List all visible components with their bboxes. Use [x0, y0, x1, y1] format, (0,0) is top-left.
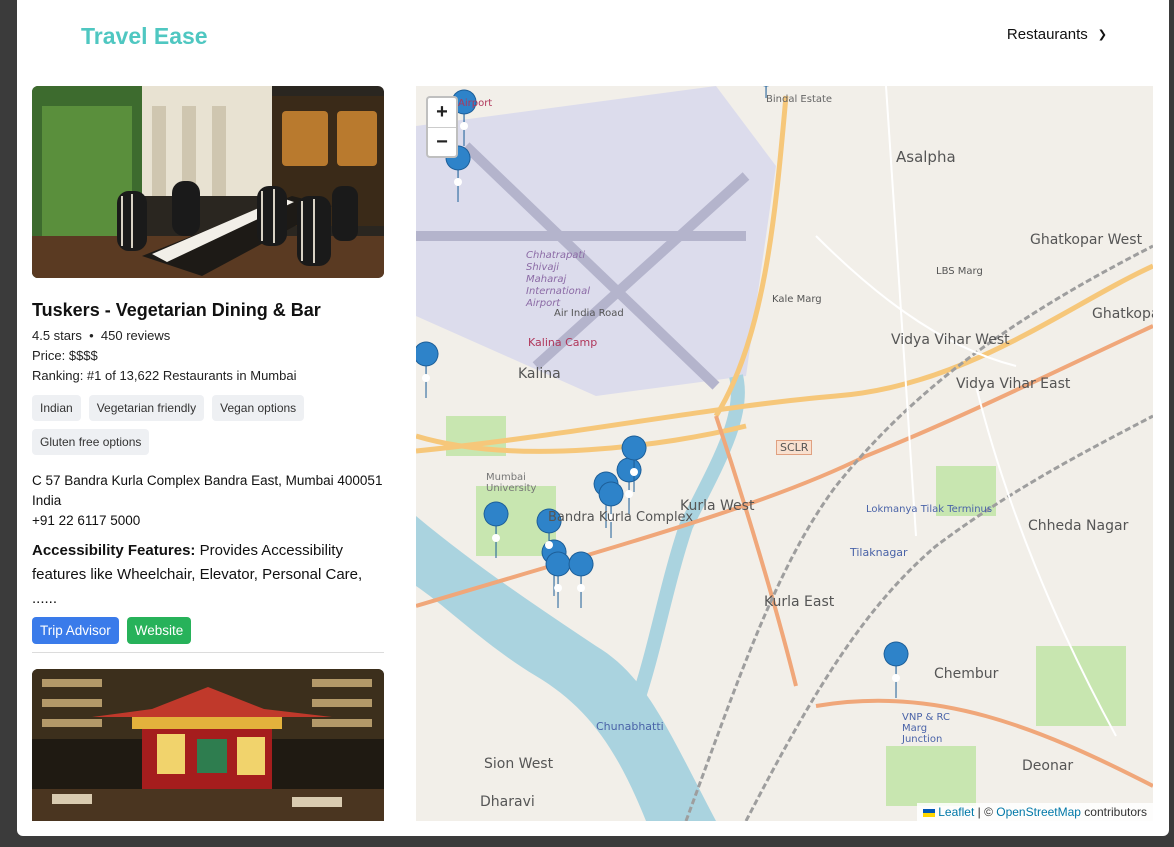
website-button[interactable]: Website — [126, 617, 192, 644]
chevron-down-icon: ❯ — [1097, 29, 1107, 41]
map-label: Airport — [458, 98, 493, 109]
zoom-in-button[interactable]: + — [428, 98, 456, 127]
header: Travel Ease Restaurants ❯ — [17, 0, 1169, 72]
price-text: Price: $$$$ — [32, 348, 98, 363]
map-label: Kurla East — [764, 594, 835, 610]
restaurant-photo — [32, 669, 384, 821]
ukraine-flag-icon — [922, 808, 935, 817]
map-label: Chunabhatti — [596, 720, 664, 733]
rating-line: 4.5 stars • 450 reviews — [32, 327, 384, 345]
map-label: Kalina Camp — [528, 336, 598, 349]
map-label: Vidya Vihar West — [891, 332, 1010, 348]
tag: Gluten free options — [32, 429, 150, 455]
map-attribution: Leaflet | © OpenStreetMap contributors — [916, 803, 1153, 821]
category-label: Restaurants — [1006, 26, 1088, 43]
tag: Vegan options — [212, 395, 305, 421]
map-label: Vidya Vihar East — [956, 376, 1071, 392]
address-block: C 57 Bandra Kurla Complex Bandra East, M… — [32, 471, 384, 531]
attribution-separator: | © — [974, 805, 997, 819]
osm-link[interactable]: OpenStreetMap — [996, 805, 1081, 819]
category-dropdown[interactable]: Restaurants ❯ — [1007, 26, 1107, 43]
map-label: Kurla West — [680, 498, 755, 514]
stars-text: 4.5 stars — [32, 328, 82, 343]
map-view[interactable]: Asalpha Ghatkopar West Ghatkopar East Vi… — [416, 86, 1153, 821]
map-label: Mumbai University — [486, 472, 537, 494]
phone-number: +91 22 6117 5000 — [32, 513, 141, 528]
map-label: Sion West — [484, 756, 554, 772]
map-label: Air India Road — [554, 308, 624, 319]
accessibility-label: Accessibility Features: — [32, 542, 196, 559]
map-label: Tilaknagar — [850, 546, 908, 559]
brand-logo[interactable]: Travel Ease — [81, 23, 208, 50]
tag: Vegetarian friendly — [88, 395, 205, 421]
map-label: Bindal Estate — [766, 94, 833, 105]
map-label: Chheda Nagar — [1028, 518, 1129, 534]
address-country: India — [32, 493, 62, 508]
map-label: Lokmanya Tilak Terminus — [866, 504, 993, 515]
map-label: VNP & RC Marg Junction — [902, 712, 950, 745]
map-label: Ghatkopar West — [1030, 232, 1143, 248]
restaurant-photo — [32, 86, 384, 278]
tripadvisor-button[interactable]: Trip Advisor — [32, 617, 119, 644]
attribution-tail: contributors — [1080, 805, 1147, 819]
map-label: Chembur — [934, 666, 999, 682]
accessibility-more: ...... — [32, 590, 58, 607]
map-label: SCLR — [776, 440, 813, 455]
accessibility-features: Accessibility Features: Provides Accessi… — [32, 539, 384, 611]
app-window: Travel Ease Restaurants ❯ Tuskers - Vege… — [17, 0, 1169, 836]
separator-dot: • — [89, 328, 94, 343]
address-line: C 57 Bandra Kurla Complex Bandra East, M… — [32, 473, 383, 488]
map-label: Deonar — [1022, 758, 1074, 774]
map-label: Asalpha — [896, 148, 956, 166]
ranking-text: Ranking: #1 of 13,622 Restaurants in Mum… — [32, 368, 297, 383]
restaurant-list[interactable]: Tuskers - Vegetarian Dining & Bar 4.5 st… — [32, 86, 384, 821]
zoom-out-button[interactable]: − — [428, 127, 456, 156]
map-label: Chhatrapati Shivaji Maharaj Internationa… — [526, 250, 590, 309]
leaflet-link[interactable]: Leaflet — [938, 805, 974, 819]
map-label: LBS Marg — [936, 266, 983, 277]
action-buttons: Trip Advisor Website — [32, 617, 384, 653]
map-label: Bandra Kurla Complex — [548, 510, 694, 525]
map-label: Ghatkopar East — [1092, 306, 1153, 322]
restaurant-name[interactable]: Tuskers - Vegetarian Dining & Bar — [32, 300, 384, 321]
map-label: Kalina — [518, 366, 561, 382]
tag-list: Indian Vegetarian friendly Vegan options… — [32, 395, 384, 455]
map-label: Dharavi — [480, 794, 535, 810]
tag: Indian — [32, 395, 81, 421]
zoom-control: + − — [426, 96, 458, 158]
map-label: Kale Marg — [772, 294, 822, 305]
reviews-count: 450 reviews — [100, 328, 171, 343]
